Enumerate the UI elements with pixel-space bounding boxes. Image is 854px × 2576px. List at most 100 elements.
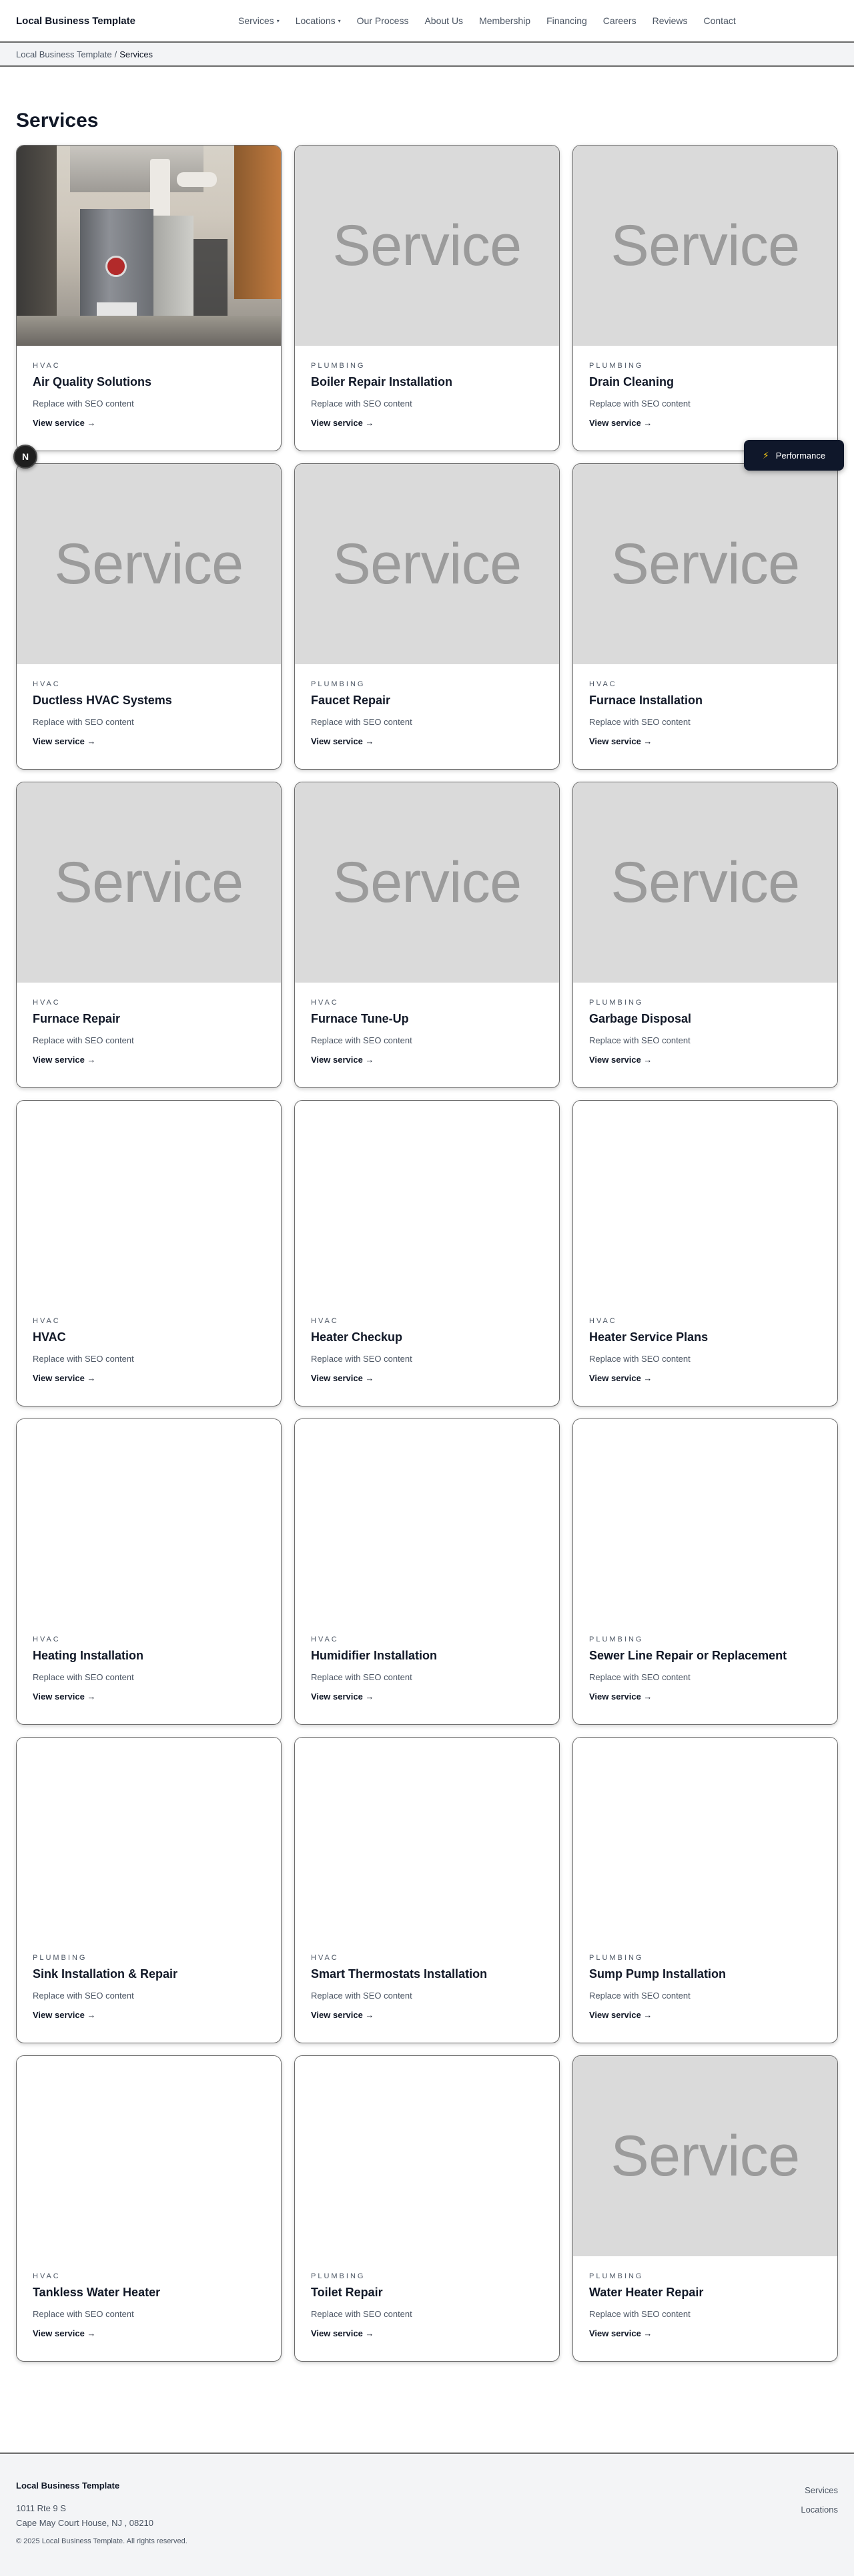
view-service-link[interactable]: View service →	[589, 1692, 652, 1702]
nav-item-membership[interactable]: Membership	[479, 15, 530, 26]
service-card[interactable]: HVAC Heating Installation Replace with SEO…	[16, 1419, 282, 1725]
service-title: Heater Checkup	[311, 1330, 403, 1344]
service-card[interactable]: Service HVAC Furnace Tune-Up Replace with S…	[294, 782, 560, 1088]
service-card[interactable]: HVAC Air Quality Solutions Replace with SE…	[16, 145, 282, 451]
view-service-link[interactable]: View service →	[33, 2328, 95, 2338]
view-service-link[interactable]: View service →	[33, 2010, 95, 2020]
n-badge-button[interactable]: N	[13, 445, 37, 469]
service-category: HVAC	[311, 1317, 339, 1325]
service-category: PLUMBING	[33, 1954, 87, 1962]
view-service-link[interactable]: View service →	[311, 736, 374, 746]
service-category: PLUMBING	[589, 999, 644, 1007]
service-card[interactable]: PLUMBING Sink Installation & Repair Replac…	[16, 1737, 282, 2043]
view-service-link[interactable]: View service →	[589, 2328, 652, 2338]
site-footer: Local Business Template 1011 Rte 9 S Cap…	[0, 2453, 854, 2576]
nav-item-our-process[interactable]: Our Process	[357, 15, 409, 26]
service-card[interactable]: HVAC HVAC Replace with SEO content View ser…	[16, 1100, 282, 1406]
service-category: PLUMBING	[311, 680, 366, 688]
service-card-body: HVAC Heater Service Plans Replace with SEO…	[573, 1301, 837, 1384]
view-service-link[interactable]: View service →	[589, 1055, 652, 1065]
nav-item-financing[interactable]: Financing	[546, 15, 587, 26]
view-service-link[interactable]: View service →	[589, 1373, 652, 1383]
footer-links: Services Locations	[801, 2481, 838, 2519]
service-description: Replace with SEO content	[589, 1672, 691, 1682]
view-service-link[interactable]: View service →	[33, 1692, 95, 1702]
nav-item-label: Locations	[295, 15, 336, 26]
service-title: Furnace Tune-Up	[311, 1012, 409, 1025]
view-service-link[interactable]: View service →	[311, 1373, 374, 1383]
footer-link-locations[interactable]: Locations	[801, 2500, 838, 2519]
service-card[interactable]: Service PLUMBING Water Heater Repair Replac…	[572, 2055, 838, 2362]
performance-button[interactable]: ⚡ Performance	[744, 440, 844, 471]
service-card[interactable]: HVAC Humidifier Installation Replace with …	[294, 1419, 560, 1725]
breadcrumb-home-link[interactable]: Local Business Template	[16, 49, 112, 59]
service-card[interactable]: HVAC Tankless Water Heater Replace with SE…	[16, 2055, 282, 2362]
nav-item-locations[interactable]: Locations ▾	[296, 15, 341, 26]
view-service-link[interactable]: View service →	[589, 2010, 652, 2020]
service-category: HVAC	[589, 1317, 617, 1325]
nav-item-label: Financing	[546, 15, 587, 26]
service-card[interactable]: PLUMBING Toilet Repair Replace with SEO co…	[294, 2055, 560, 2362]
view-service-link[interactable]: View service →	[33, 418, 95, 428]
service-card-body: HVAC Tankless Water Heater Replace with SE…	[17, 2256, 281, 2340]
service-card-image	[295, 1738, 559, 1938]
service-card[interactable]: Service PLUMBING Boiler Repair Installatio…	[294, 145, 560, 451]
service-title: Boiler Repair Installation	[311, 375, 453, 389]
view-service-link[interactable]: View service →	[33, 1055, 95, 1065]
view-service-link[interactable]: View service →	[311, 1692, 374, 1702]
service-card[interactable]: HVAC Heater Service Plans Replace with SEO…	[572, 1100, 838, 1406]
page-title: Services	[16, 109, 99, 132]
service-title: Tankless Water Heater	[33, 2286, 161, 2299]
nav-item-careers[interactable]: Careers	[603, 15, 636, 26]
view-service-link[interactable]: View service →	[311, 2010, 374, 2020]
site-brand[interactable]: Local Business Template	[16, 15, 238, 27]
main-nav: Services ▾ Locations ▾ Our Process About Us Me…	[238, 15, 752, 26]
service-description: Replace with SEO content	[311, 1035, 412, 1045]
service-category: HVAC	[33, 680, 61, 688]
service-title: Ductless HVAC Systems	[33, 694, 172, 707]
service-card-image	[573, 1101, 837, 1301]
service-card[interactable]: Service PLUMBING Drain Cleaning Replace wit…	[572, 145, 838, 451]
service-title: Heater Service Plans	[589, 1330, 709, 1344]
view-service-link[interactable]: View service →	[589, 736, 652, 746]
service-card-body: PLUMBING Toilet Repair Replace with SEO co…	[295, 2256, 559, 2340]
view-service-link[interactable]: View service →	[589, 418, 652, 428]
service-card-body: PLUMBING Boiler Repair Installation Replac…	[295, 346, 559, 429]
service-card[interactable]: HVAC Smart Thermostats Installation Replac…	[294, 1737, 560, 2043]
service-card[interactable]: HVAC Heater Checkup Replace with SEO conte…	[294, 1100, 560, 1406]
furnace-photo	[17, 146, 281, 346]
service-category: HVAC	[33, 2272, 61, 2280]
nav-item-reviews[interactable]: Reviews	[653, 15, 688, 26]
service-description: Replace with SEO content	[589, 1354, 691, 1364]
service-card[interactable]: Service HVAC Furnace Repair Replace with SE…	[16, 782, 282, 1088]
nav-item-contact[interactable]: Contact	[704, 15, 736, 26]
service-title: Sewer Line Repair or Replacement	[589, 1649, 787, 1662]
nav-item-about-us[interactable]: About Us	[424, 15, 463, 26]
service-title: Toilet Repair	[311, 2286, 383, 2299]
service-card[interactable]: PLUMBING Sewer Line Repair or Replacement…	[572, 1419, 838, 1725]
nav-item-services[interactable]: Services ▾	[238, 15, 280, 26]
view-service-link[interactable]: View service →	[311, 2328, 374, 2338]
performance-label: Performance	[775, 450, 826, 461]
service-card[interactable]: Service PLUMBING Faucet Repair Replace with…	[294, 463, 560, 770]
service-card-body: PLUMBING Garbage Disposal Replace with SEO…	[573, 983, 837, 1066]
placeholder-image-text: Service	[610, 850, 800, 915]
view-service-link[interactable]: View service →	[33, 1373, 95, 1383]
view-service-link[interactable]: View service →	[311, 1055, 374, 1065]
service-card[interactable]: Service HVAC Furnace Installation Replace w…	[572, 463, 838, 770]
footer-address-line2: Cape May Court House, NJ , 08210	[16, 2518, 153, 2528]
service-title: Furnace Installation	[589, 694, 703, 707]
service-card[interactable]: PLUMBING Sump Pump Installation Replace wi…	[572, 1737, 838, 2043]
service-card-image	[17, 146, 281, 346]
view-service-link[interactable]: View service →	[311, 418, 374, 428]
service-card-image: Service	[295, 464, 559, 664]
view-service-link[interactable]: View service →	[33, 736, 95, 746]
service-card-image	[295, 1101, 559, 1301]
site-header: Local Business Template Services ▾ Locatio…	[0, 0, 854, 43]
breadcrumb-current: Services	[119, 49, 153, 59]
service-title: Heating Installation	[33, 1649, 144, 1662]
service-title: Air Quality Solutions	[33, 375, 152, 389]
service-card[interactable]: Service HVAC Ductless HVAC Systems Replace …	[16, 463, 282, 770]
footer-link-services[interactable]: Services	[801, 2481, 838, 2500]
service-card[interactable]: Service PLUMBING Garbage Disposal Replace w…	[572, 782, 838, 1088]
